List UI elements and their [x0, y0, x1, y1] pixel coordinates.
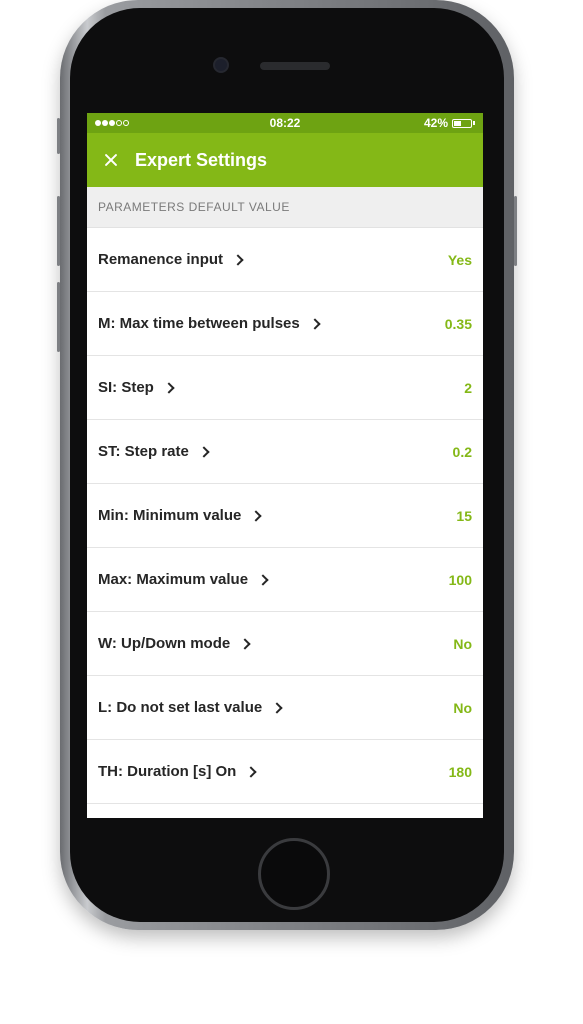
setting-label-group: Max: Maximum value: [98, 571, 269, 588]
close-icon[interactable]: [101, 150, 121, 170]
setting-label-group: W: Up/Down mode: [98, 635, 251, 652]
setting-label: M: Max time between pulses: [98, 315, 300, 332]
status-bar: 08:22 42%: [87, 113, 483, 133]
settings-list: Remanence input Yes M: Max time between …: [87, 228, 483, 818]
signal-dot: [109, 120, 115, 126]
setting-value: No: [453, 635, 472, 652]
setting-label: Min: Minimum value: [98, 507, 242, 524]
setting-label: W: Up/Down mode: [98, 635, 231, 652]
volume-down-button: [57, 282, 60, 352]
setting-label: ST: Step rate: [98, 443, 189, 460]
power-button: [514, 196, 517, 266]
setting-row-duration-on[interactable]: TH: Duration [s] On 180: [87, 740, 483, 804]
setting-label-group: Remanence input: [98, 251, 244, 268]
page-title: Expert Settings: [135, 149, 268, 170]
setting-row-step-rate[interactable]: ST: Step rate 0.2: [87, 420, 483, 484]
setting-row-max-time-between-pulses[interactable]: M: Max time between pulses 0.35: [87, 292, 483, 356]
volume-up-button: [57, 196, 60, 266]
setting-label: L: Do not set last value: [98, 699, 263, 716]
setting-label-group: SI: Step: [98, 379, 175, 396]
earpiece-speaker: [260, 62, 330, 70]
chevron-right-icon: [309, 317, 321, 330]
battery-icon: [452, 118, 472, 128]
setting-label-group: M: Max time between pulses: [98, 315, 321, 332]
setting-value: 180: [448, 763, 472, 780]
setting-row-partial[interactable]: [87, 804, 483, 818]
chevron-right-icon: [271, 701, 283, 714]
setting-row-up-down-mode[interactable]: W: Up/Down mode No: [87, 612, 483, 676]
setting-value: 0.2: [452, 443, 472, 460]
setting-label: SI: Step: [98, 379, 154, 396]
home-button[interactable]: [258, 838, 330, 910]
setting-row-maximum-value[interactable]: Max: Maximum value 100: [87, 548, 483, 612]
battery-tip: [473, 121, 475, 125]
front-camera: [213, 57, 229, 73]
setting-label: TH: Duration [s] On: [98, 763, 237, 780]
app-bar: Expert Settings: [87, 133, 483, 187]
chevron-right-icon: [245, 765, 257, 778]
setting-value: 15: [456, 507, 472, 524]
setting-value: No: [453, 699, 472, 716]
setting-row-step[interactable]: SI: Step 2: [87, 356, 483, 420]
signal-strength-icon: [95, 120, 129, 126]
setting-label-group: TH: Duration [s] On: [98, 763, 257, 780]
battery-fill: [454, 120, 461, 126]
setting-value: Yes: [447, 251, 472, 268]
setting-value: 0.35: [444, 315, 472, 332]
setting-value: 100: [448, 571, 472, 588]
setting-label: Max: Maximum value: [98, 571, 249, 588]
chevron-right-icon: [163, 381, 175, 394]
section-header: PARAMETERS DEFAULT VALUE: [87, 187, 483, 228]
battery-indicator: 42%: [424, 116, 475, 130]
mute-switch: [57, 118, 60, 154]
signal-dot: [116, 120, 122, 126]
chevron-right-icon: [232, 253, 244, 266]
setting-row-minimum-value[interactable]: Min: Minimum value 15: [87, 484, 483, 548]
signal-dot: [95, 120, 101, 126]
signal-dot: [123, 120, 129, 126]
setting-label-group: Min: Minimum value: [98, 507, 263, 524]
chevron-right-icon: [257, 573, 269, 586]
setting-label: Remanence input: [98, 251, 224, 268]
battery-percent: 42%: [423, 116, 448, 130]
setting-label-group: ST: Step rate: [98, 443, 210, 460]
app-screen: 08:22 42% Expert Settings PARAMETERS DEF…: [87, 113, 483, 818]
chevron-right-icon: [250, 509, 263, 522]
chevron-right-icon: [198, 445, 210, 458]
signal-dot: [102, 120, 108, 126]
setting-row-do-not-set-last-value[interactable]: L: Do not set last value No: [87, 676, 483, 740]
setting-value: 2: [464, 379, 472, 396]
setting-label-group: L: Do not set last value: [98, 699, 283, 716]
setting-row-remanence-input[interactable]: Remanence input Yes: [87, 228, 483, 292]
chevron-right-icon: [239, 637, 251, 650]
